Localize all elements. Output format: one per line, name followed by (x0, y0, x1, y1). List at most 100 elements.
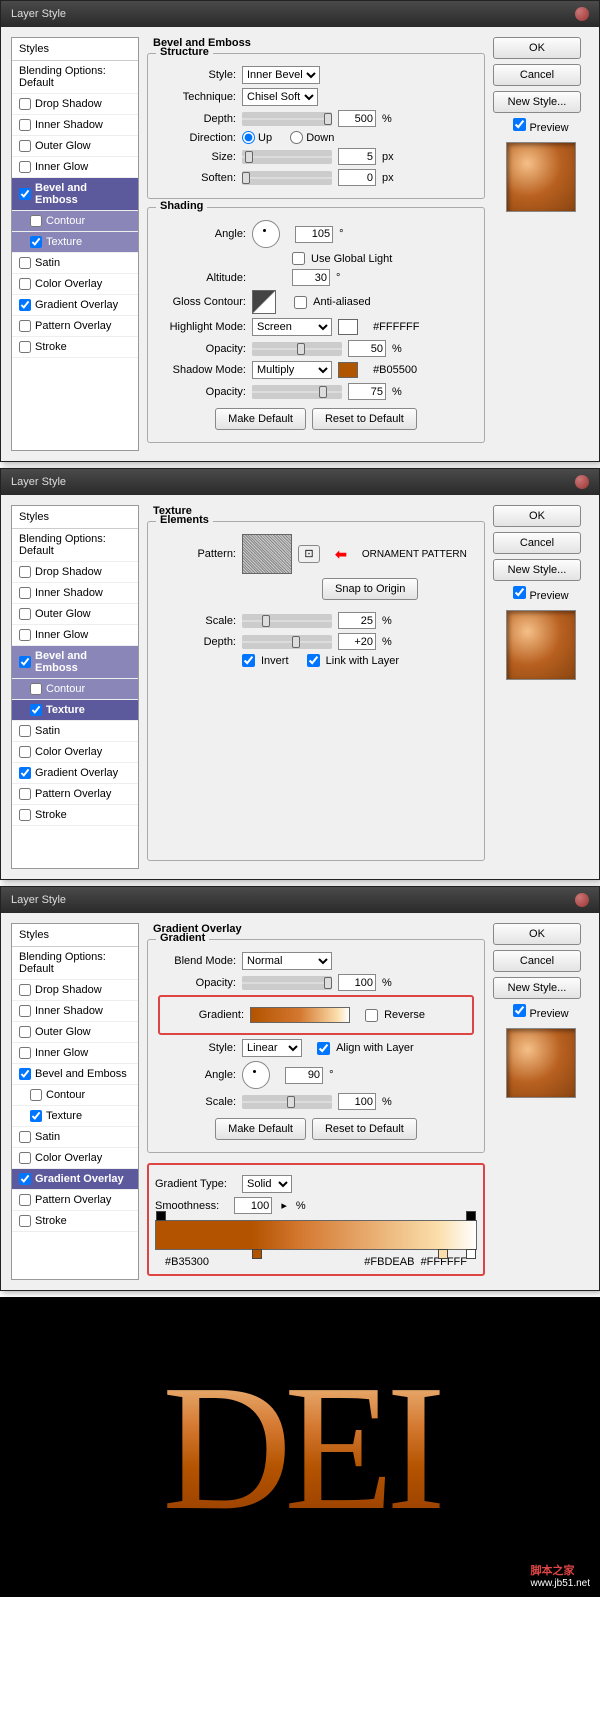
layer-style-dialog-texture: Layer Style Styles Blending Options: Def… (0, 468, 600, 880)
make-default-button[interactable]: Make Default (215, 408, 306, 430)
reset-default-button[interactable]: Reset to Default (312, 1118, 417, 1140)
result-preview: DEI 脚本之家 www.jb51.net (0, 1297, 600, 1597)
sh-opacity-slider[interactable] (252, 385, 342, 399)
soften-slider[interactable] (242, 171, 332, 185)
gloss-contour-picker[interactable] (252, 290, 276, 314)
sh-opacity-input[interactable] (348, 383, 386, 400)
smoothness-input[interactable] (234, 1197, 272, 1214)
grad-style-select[interactable]: Linear (242, 1039, 302, 1057)
styles-panel: Styles Blending Options: Default Drop Sh… (11, 505, 139, 869)
new-style-button[interactable]: New Style... (493, 559, 581, 581)
depth-slider[interactable] (242, 112, 332, 126)
pattern-picker[interactable] (242, 534, 292, 574)
layer-style-dialog-gradient: Layer Style Styles Blending Options: Def… (0, 886, 600, 1291)
angle-input[interactable] (295, 226, 333, 243)
style-texture[interactable]: Texture (12, 700, 138, 721)
grad-opacity-slider[interactable] (242, 976, 332, 990)
new-preset-button[interactable]: ⊡ (298, 545, 320, 563)
shading-group: Shading Angle: ° Use Global Light Altitu… (147, 207, 485, 443)
depth-input[interactable] (338, 110, 376, 127)
style-gradient-overlay[interactable]: Gradient Overlay (12, 295, 138, 316)
style-texture[interactable]: Texture (12, 232, 138, 253)
cancel-button[interactable]: Cancel (493, 532, 581, 554)
grad-opacity-input[interactable] (338, 974, 376, 991)
size-input[interactable] (338, 148, 376, 165)
opacity-stop[interactable] (466, 1211, 476, 1221)
style-inner-shadow[interactable]: Inner Shadow (12, 115, 138, 136)
style-color-overlay[interactable]: Color Overlay (12, 274, 138, 295)
style-pattern-overlay[interactable]: Pattern Overlay (12, 316, 138, 337)
gradient-group: Gradient Blend Mode:Normal Opacity:% Gra… (147, 939, 485, 1153)
style-gradient-overlay[interactable]: Gradient Overlay (12, 1169, 138, 1190)
ok-button[interactable]: OK (493, 37, 581, 59)
bevel-style-select[interactable]: Inner Bevel (242, 66, 320, 84)
dialog-title: Layer Style (11, 894, 66, 906)
altitude-input[interactable] (292, 269, 330, 286)
dialog-title: Layer Style (11, 8, 66, 20)
dir-up-radio[interactable] (242, 131, 255, 144)
size-slider[interactable] (242, 150, 332, 164)
styles-panel: Styles Blending Options: Default Drop Sh… (11, 37, 139, 451)
blend-mode-select[interactable]: Normal (242, 952, 332, 970)
color-stop[interactable] (438, 1249, 448, 1259)
highlight-color-swatch[interactable] (338, 319, 358, 335)
color-stop[interactable] (252, 1249, 262, 1259)
close-icon[interactable] (575, 893, 589, 907)
antialiased-checkbox[interactable] (294, 296, 307, 309)
align-layer-checkbox[interactable] (317, 1042, 330, 1055)
angle-input[interactable] (285, 1067, 323, 1084)
layer-style-dialog-bevel: Layer Style Styles Blending Options: Def… (0, 0, 600, 462)
grad-scale-slider[interactable] (242, 1095, 332, 1109)
close-icon[interactable] (575, 475, 589, 489)
reset-default-button[interactable]: Reset to Default (312, 408, 417, 430)
cancel-button[interactable]: Cancel (493, 950, 581, 972)
style-bevel-emboss[interactable]: Bevel and Emboss (12, 178, 138, 211)
close-icon[interactable] (575, 7, 589, 21)
gradient-type-select[interactable]: Solid (242, 1175, 292, 1193)
ok-button[interactable]: OK (493, 923, 581, 945)
hi-opacity-input[interactable] (348, 340, 386, 357)
gradient-picker[interactable] (250, 1007, 350, 1023)
preview-swatch (506, 142, 576, 212)
tex-depth-input[interactable] (338, 633, 376, 650)
style-contour[interactable]: Contour (12, 211, 138, 232)
style-drop-shadow[interactable]: Drop Shadow (12, 94, 138, 115)
angle-dial[interactable] (242, 1061, 270, 1089)
invert-checkbox[interactable] (242, 654, 255, 667)
new-style-button[interactable]: New Style... (493, 977, 581, 999)
preview-checkbox[interactable] (513, 1004, 526, 1017)
snap-origin-button[interactable]: Snap to Origin (322, 578, 418, 600)
color-stop[interactable] (466, 1249, 476, 1259)
style-outer-glow[interactable]: Outer Glow (12, 136, 138, 157)
reverse-checkbox[interactable] (365, 1009, 378, 1022)
style-stroke[interactable]: Stroke (12, 337, 138, 358)
tex-scale-slider[interactable] (242, 614, 332, 628)
dir-down-radio[interactable] (290, 131, 303, 144)
shadow-color-swatch[interactable] (338, 362, 358, 378)
blending-options[interactable]: Blending Options: Default (12, 61, 138, 94)
preview-checkbox[interactable] (513, 118, 526, 131)
soften-input[interactable] (338, 169, 376, 186)
style-bevel-emboss[interactable]: Bevel and Emboss (12, 646, 138, 679)
opacity-stop[interactable] (156, 1211, 166, 1221)
titlebar: Layer Style (1, 469, 599, 495)
new-style-button[interactable]: New Style... (493, 91, 581, 113)
hi-opacity-slider[interactable] (252, 342, 342, 356)
angle-dial[interactable] (252, 220, 280, 248)
make-default-button[interactable]: Make Default (215, 1118, 306, 1140)
grad-scale-input[interactable] (338, 1093, 376, 1110)
style-inner-glow[interactable]: Inner Glow (12, 157, 138, 178)
style-satin[interactable]: Satin (12, 253, 138, 274)
highlight-mode-select[interactable]: Screen (252, 318, 332, 336)
technique-select[interactable]: Chisel Soft (242, 88, 318, 106)
tex-scale-input[interactable] (338, 612, 376, 629)
gradient-bar[interactable] (155, 1220, 477, 1250)
preview-checkbox[interactable] (513, 586, 526, 599)
cancel-button[interactable]: Cancel (493, 64, 581, 86)
watermark: 脚本之家 www.jb51.net (531, 1557, 590, 1589)
ok-button[interactable]: OK (493, 505, 581, 527)
global-light-checkbox[interactable] (292, 252, 305, 265)
tex-depth-slider[interactable] (242, 635, 332, 649)
shadow-mode-select[interactable]: Multiply (252, 361, 332, 379)
link-layer-checkbox[interactable] (307, 654, 320, 667)
